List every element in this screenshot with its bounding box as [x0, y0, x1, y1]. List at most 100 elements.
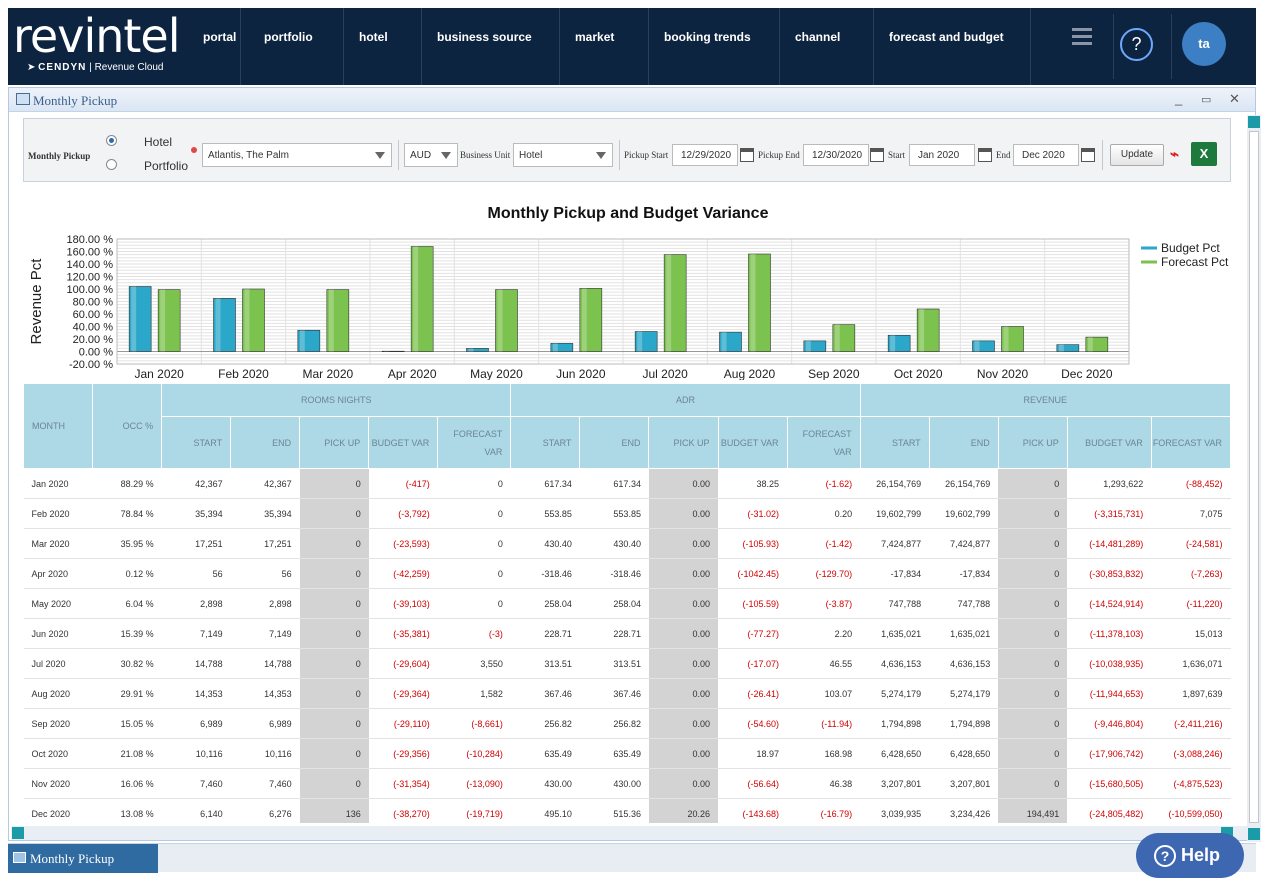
table-row[interactable]: Sep 2020 15.05 % 6,989 6,989 0 (-29,110) (-8,6… — [23, 708, 1231, 739]
hamburger-menu-icon[interactable] — [1072, 28, 1092, 48]
table-row[interactable]: Dec 2020 13.08 % 6,140 6,276 136 (-38,270) (-1… — [23, 798, 1231, 823]
table-cell: 1,636,071 — [1151, 648, 1231, 679]
help-question-icon[interactable]: ? — [1120, 28, 1153, 61]
table-cell: 0 — [998, 738, 1068, 769]
nav-item-channel[interactable]: channel — [780, 8, 874, 85]
table-cell: 5,274,179 — [860, 678, 930, 709]
col-subheader[interactable]: BUDGET VAR — [1066, 416, 1152, 469]
nav-item-portal[interactable]: portal — [188, 8, 241, 85]
close-button[interactable]: ✕ — [1229, 91, 1240, 107]
business-unit-select[interactable]: Hotel — [513, 143, 613, 167]
table-row[interactable]: Jun 2020 15.39 % 7,149 7,149 0 (-35,381) (-3) 2… — [23, 618, 1231, 649]
user-avatar[interactable]: ta — [1182, 22, 1226, 66]
pickup-end-input[interactable]: 12/30/2020 — [803, 144, 869, 166]
update-button[interactable]: Update — [1110, 144, 1164, 166]
bar-highlight — [1003, 326, 1009, 352]
col-subheader[interactable]: START — [510, 416, 581, 469]
currency-select[interactable]: AUD — [404, 143, 458, 167]
cell-month: Apr 2020 — [23, 558, 93, 589]
y-tick-label: -20.00 % — [69, 359, 113, 371]
col-subheader[interactable]: BUDGET VAR — [717, 416, 788, 469]
nav-item-forecast-and-budget[interactable]: forecast and budget — [874, 8, 1031, 85]
col-header-occ[interactable]: OCC % — [92, 383, 163, 469]
table-row[interactable]: Jan 2020 88.29 % 42,367 42,367 0 (-417) 0 617.3… — [23, 468, 1231, 499]
scroll-thumb[interactable] — [1249, 131, 1259, 823]
legend-label: Forecast Pct — [1161, 255, 1229, 269]
col-subheader[interactable]: FORECAST VAR — [437, 416, 512, 469]
calendar-icon[interactable] — [870, 148, 884, 162]
table-cell: 88.29 % — [92, 468, 162, 499]
radio-hotel[interactable] — [106, 135, 117, 146]
table-row[interactable]: Nov 2020 16.06 % 7,460 7,460 0 (-31,354) (-13,… — [23, 768, 1231, 799]
table-cell: 0 — [998, 468, 1068, 499]
excel-export-icon[interactable]: X — [1191, 142, 1217, 166]
nav-item-portfolio[interactable]: portfolio — [249, 8, 344, 85]
col-subheader[interactable]: END — [928, 416, 999, 469]
bar-highlight — [834, 324, 840, 352]
start-month-input[interactable]: Jan 2020 — [909, 144, 975, 166]
table-cell: 1,293,622 — [1067, 468, 1152, 499]
table-row[interactable]: Oct 2020 21.08 % 10,116 10,116 0 (-29,356) (-1… — [23, 738, 1231, 769]
table-row[interactable]: May 2020 6.04 % 2,898 2,898 0 (-39,103) 0 258.0… — [23, 588, 1231, 619]
pickup-start-input[interactable]: 12/29/2020 — [672, 144, 738, 166]
nav-item-booking-trends[interactable]: booking trends — [649, 8, 780, 85]
table-row[interactable]: Jul 2020 30.82 % 14,788 14,788 0 (-29,604) 3,5… — [23, 648, 1231, 679]
col-header-month[interactable]: MONTH — [23, 383, 94, 469]
calendar-icon[interactable] — [740, 148, 754, 162]
property-select[interactable]: Atlantis, The Palm — [202, 143, 392, 167]
table-cell: 0 — [998, 618, 1068, 649]
scroll-left-arrow-icon[interactable] — [12, 827, 24, 839]
col-subheader[interactable]: END — [230, 416, 301, 469]
table-row[interactable]: Aug 2020 29.91 % 14,353 14,353 0 (-29,364) 1,5… — [23, 678, 1231, 709]
calendar-icon[interactable] — [1081, 148, 1095, 162]
logo-text-regular: rev — [13, 9, 84, 63]
table-cell: 6,276 — [230, 798, 300, 823]
table-cell: (-4,875,523) — [1151, 768, 1231, 799]
table-cell: 30.82 % — [92, 648, 162, 679]
table-cell: 7,149 — [230, 618, 300, 649]
table-cell: 0 — [299, 468, 369, 499]
table-cell: 553.85 — [510, 498, 580, 529]
pdf-export-icon[interactable]: ⌁ — [1170, 145, 1184, 163]
table-cell: 228.71 — [579, 618, 649, 649]
nav-item-market[interactable]: market — [560, 8, 649, 85]
table-row[interactable]: Feb 2020 78.84 % 35,394 35,394 0 (-3,792) 0 553… — [23, 498, 1231, 529]
scroll-down-arrow-icon[interactable] — [1248, 828, 1260, 840]
window-titlebar[interactable]: Monthly Pickup _ ▭ ✕ — [9, 88, 1255, 112]
cell-month: Jan 2020 — [23, 468, 93, 499]
radio-portfolio[interactable] — [106, 159, 117, 170]
calendar-icon[interactable] — [978, 148, 992, 162]
col-subheader[interactable]: START — [161, 416, 232, 469]
table-cell: 136 — [299, 798, 369, 823]
table-cell: 0 — [998, 588, 1068, 619]
nav-item-hotel[interactable]: hotel — [344, 8, 422, 85]
horizontal-scrollbar[interactable] — [11, 826, 1247, 840]
table-cell: (-38,270) — [368, 798, 438, 823]
col-subheader[interactable]: BUDGET VAR — [368, 416, 439, 469]
taskbar-item-monthly-pickup[interactable]: Monthly Pickup — [8, 844, 158, 873]
cell-month: Sep 2020 — [23, 708, 93, 739]
help-button[interactable]: ? Help — [1136, 833, 1244, 878]
col-subheader[interactable]: START — [859, 416, 930, 469]
col-subheader[interactable]: FORECAST VAR — [786, 416, 861, 469]
group-header-adr: ADR — [510, 383, 861, 417]
end-month-input[interactable]: Dec 2020 — [1013, 144, 1079, 166]
table-cell: 13.08 % — [92, 798, 162, 823]
table-cell: 42,367 — [230, 468, 300, 499]
col-subheader[interactable]: PICK UP — [648, 416, 719, 469]
minimize-button[interactable]: _ — [1175, 91, 1182, 106]
col-subheader[interactable]: END — [579, 416, 650, 469]
vertical-scrollbar[interactable] — [1247, 115, 1261, 842]
table-row[interactable]: Apr 2020 0.12 % 56 56 0 (-42,259) 0 -318.46 -318… — [23, 558, 1231, 589]
scroll-up-arrow-icon[interactable] — [1248, 116, 1260, 128]
table-row[interactable]: Mar 2020 35.95 % 17,251 17,251 0 (-23,593) 0 43… — [23, 528, 1231, 559]
revintel-logo[interactable]: revintel ➤ CENDYN | Revenue Cloud — [13, 9, 181, 73]
col-subheader[interactable]: FORECAST VAR — [1150, 416, 1231, 469]
nav-item-business-source[interactable]: business source — [422, 8, 560, 85]
maximize-button[interactable]: ▭ — [1201, 93, 1211, 106]
table-cell: (-1042.45) — [718, 558, 788, 589]
col-subheader[interactable]: PICK UP — [299, 416, 370, 469]
col-subheader[interactable]: PICK UP — [997, 416, 1068, 469]
radio-hotel-label: Hotel — [144, 135, 173, 149]
table-cell: 35.95 % — [92, 528, 162, 559]
